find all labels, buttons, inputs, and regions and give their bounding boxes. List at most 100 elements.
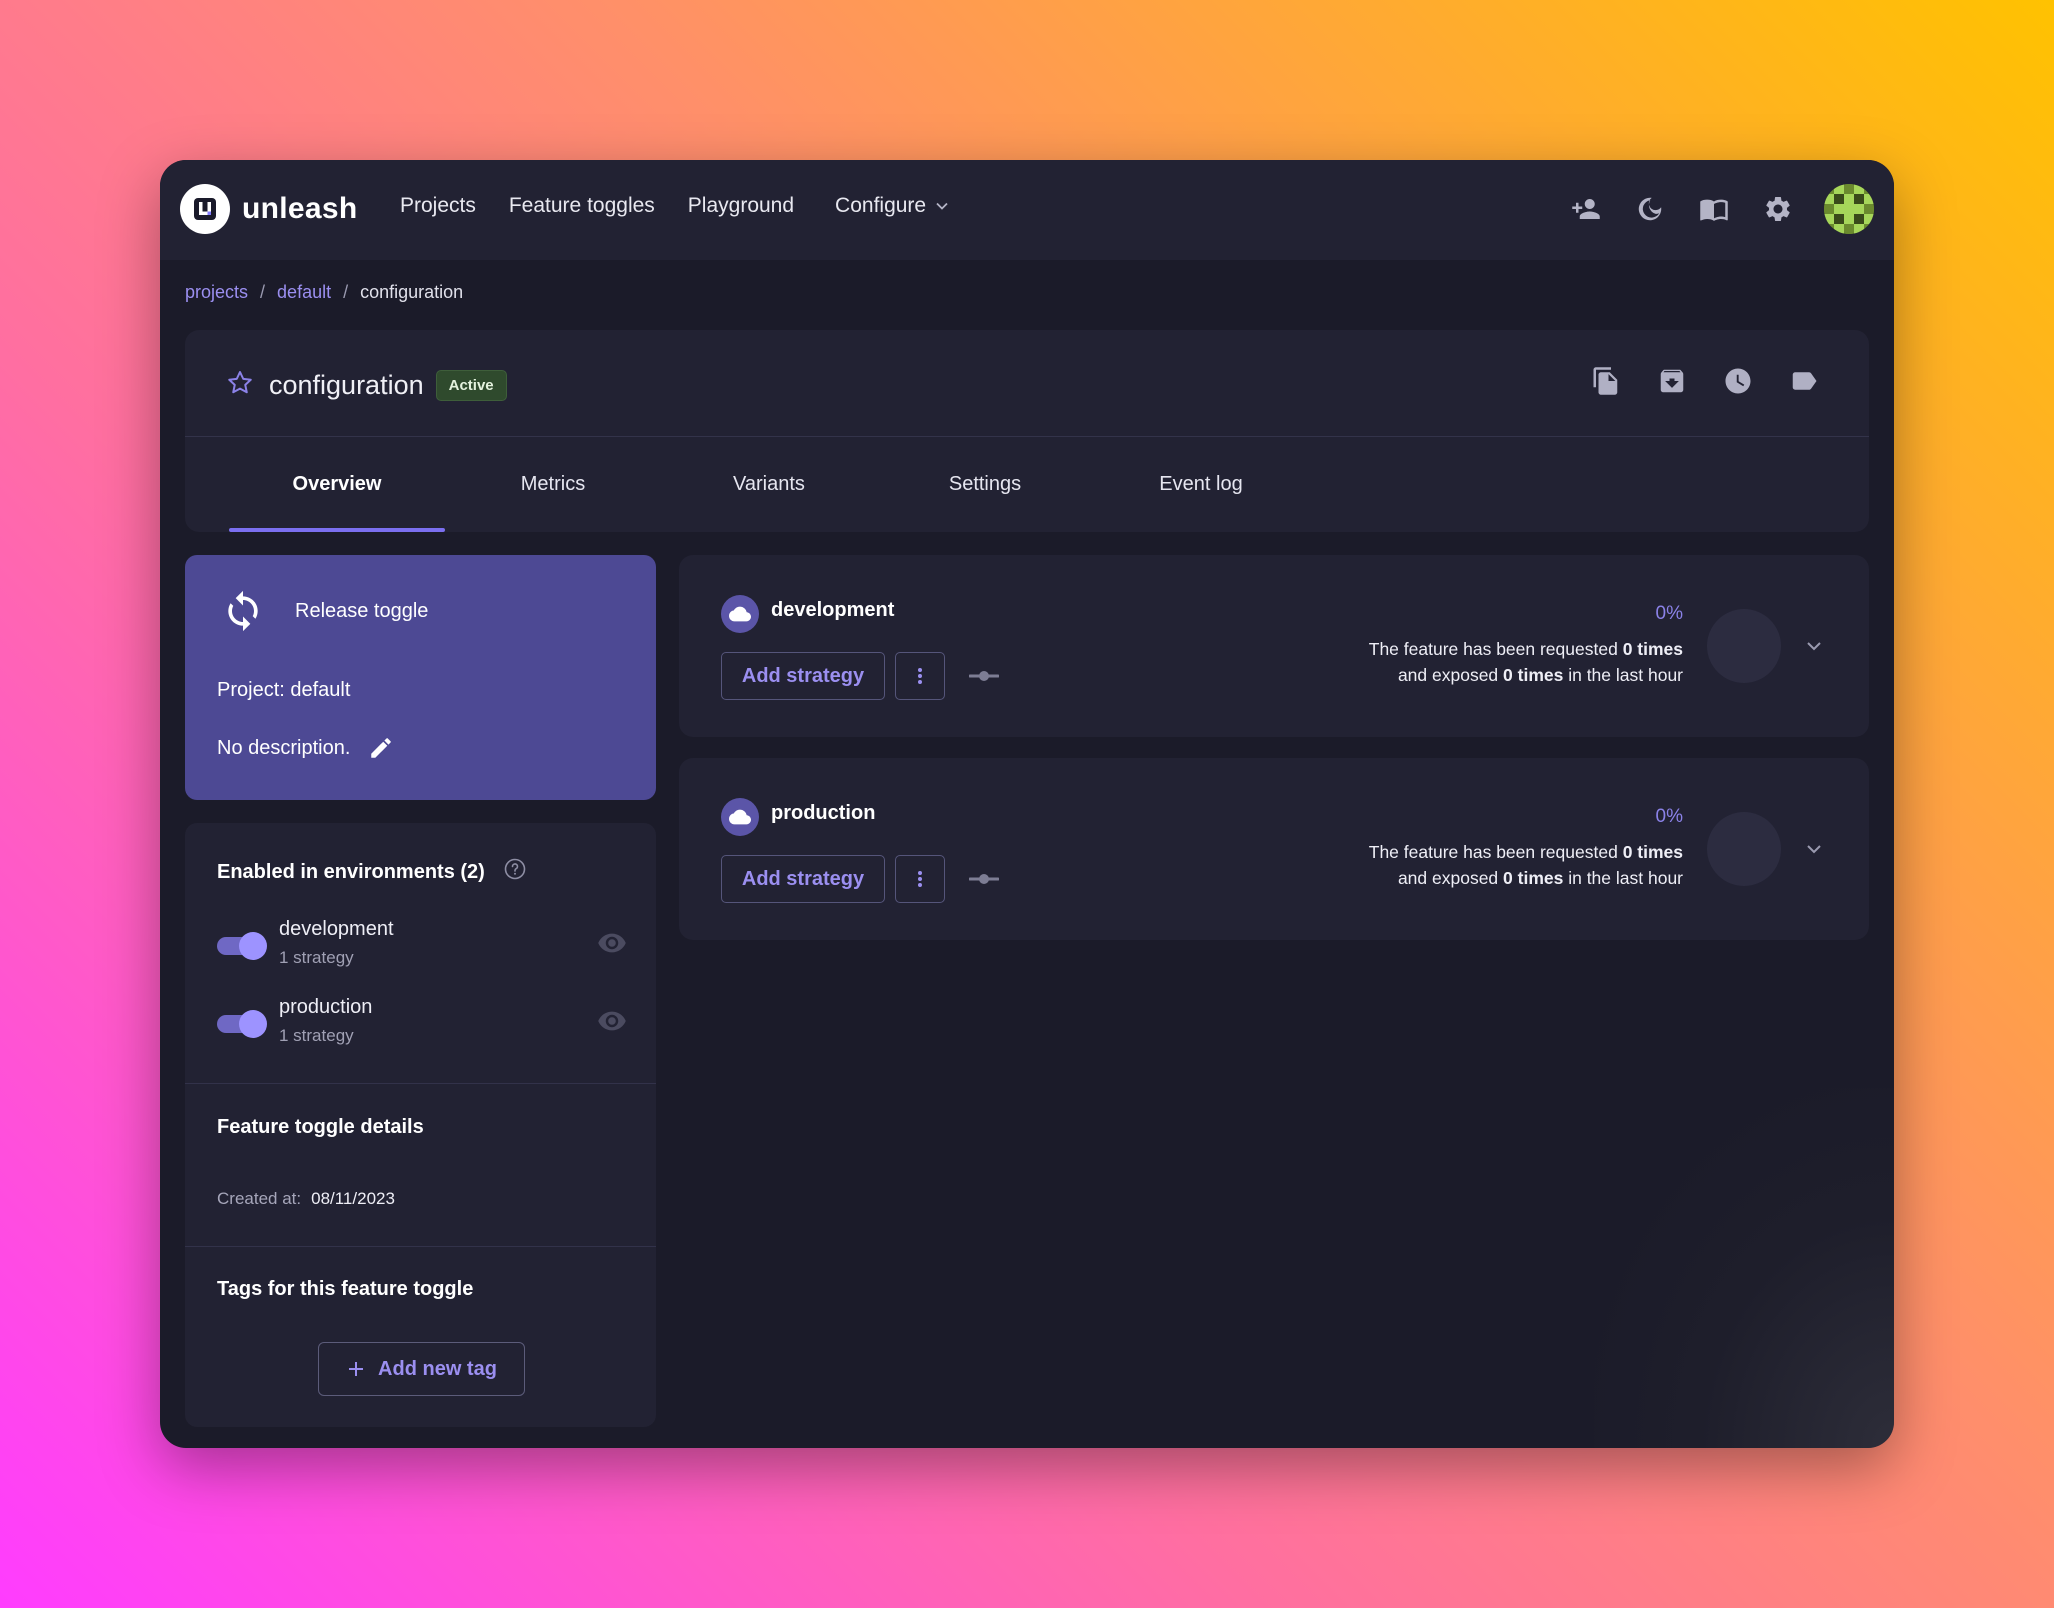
exposed-suffix: in the last hour <box>1563 868 1683 888</box>
created-at-row: Created at: 08/11/2023 <box>217 1189 395 1209</box>
environment-card-title: production <box>771 802 876 824</box>
tags-heading: Tags for this feature toggle <box>217 1278 474 1300</box>
exposed-suffix: in the last hour <box>1563 665 1683 685</box>
feature-actions <box>1591 366 1819 396</box>
requested-count: 0 times <box>1622 842 1683 862</box>
tab-variants[interactable]: Variants <box>661 436 877 532</box>
exposed-line: and exposed 0 times in the last hour <box>1369 865 1683 891</box>
tab-settings[interactable]: Settings <box>877 436 1093 532</box>
background-decoration <box>1594 1088 1894 1448</box>
drag-handle-icon[interactable] <box>968 868 1000 890</box>
requested-line: The feature has been requested 0 times <box>1369 636 1683 662</box>
requested-prefix: The feature has been requested <box>1368 639 1623 659</box>
cloud-icon <box>721 798 759 836</box>
dark-mode-icon[interactable] <box>1632 191 1668 227</box>
help-icon[interactable] <box>503 857 527 887</box>
environment-card-development: development Add strategy 0% The feature … <box>679 555 1869 737</box>
environments-heading-text: Enabled in environments (2) <box>217 860 485 883</box>
tab-event-log[interactable]: Event log <box>1093 436 1309 532</box>
metrics-summary: 0% The feature has been requested 0 time… <box>1369 806 1683 891</box>
project-label: Project: default <box>217 679 351 701</box>
more-options-button[interactable] <box>895 855 945 903</box>
add-strategy-button[interactable]: Add strategy <box>721 652 885 700</box>
eye-icon[interactable] <box>597 1006 627 1036</box>
eye-icon[interactable] <box>597 928 627 958</box>
nav-actions <box>1568 184 1874 234</box>
requested-line: The feature has been requested 0 times <box>1369 839 1683 865</box>
add-tag-button[interactable]: Add new tag <box>318 1342 525 1396</box>
release-toggle-icon <box>228 590 258 632</box>
top-navigation: unleash Projects Feature toggles Playgro… <box>160 160 1894 260</box>
add-strategy-button[interactable]: Add strategy <box>721 855 885 903</box>
app-window: unleash Projects Feature toggles Playgro… <box>160 160 1894 1448</box>
exposed-count: 0 times <box>1503 665 1564 685</box>
feature-title-row: configuration Active <box>225 368 507 403</box>
exposure-pie <box>1707 812 1781 886</box>
environment-row-development: development 1 strategy <box>217 918 627 978</box>
environment-toggle-switch[interactable] <box>217 932 269 960</box>
page-title: configuration <box>269 370 424 400</box>
tab-metrics[interactable]: Metrics <box>445 436 661 532</box>
nav-links: Projects Feature toggles Playground Conf… <box>400 194 983 218</box>
drag-handle-icon[interactable] <box>968 665 1000 687</box>
breadcrumb: projects / default / configuration <box>185 282 463 303</box>
feature-type-label: Release toggle <box>295 599 429 622</box>
more-options-button[interactable] <box>895 652 945 700</box>
nav-projects[interactable]: Projects <box>400 194 476 218</box>
created-at-label: Created at: <box>217 1189 302 1208</box>
unleash-logo[interactable]: unleash <box>180 184 357 234</box>
chevron-down-icon <box>936 202 948 210</box>
archive-icon[interactable] <box>1657 366 1687 396</box>
user-avatar[interactable] <box>1824 184 1874 234</box>
created-at-value: 08/11/2023 <box>311 1189 395 1208</box>
exposure-percent: 0% <box>1655 603 1683 624</box>
exposure-percent: 0% <box>1655 806 1683 827</box>
exposed-count: 0 times <box>1503 868 1564 888</box>
edit-pencil-icon[interactable] <box>368 735 394 761</box>
exposed-prefix: and exposed <box>1397 868 1504 888</box>
switch-thumb <box>239 932 267 960</box>
docs-icon[interactable] <box>1696 191 1732 227</box>
section-divider <box>185 1083 656 1084</box>
breadcrumb-separator: / <box>260 282 266 302</box>
strategy-count: 1 strategy <box>279 1026 354 1045</box>
cloud-icon <box>721 595 759 633</box>
breadcrumb-default[interactable]: default <box>277 282 331 303</box>
requested-prefix: The feature has been requested <box>1368 842 1623 862</box>
environment-name: development <box>279 918 394 940</box>
history-icon[interactable] <box>1723 366 1753 396</box>
invite-user-icon[interactable] <box>1568 191 1604 227</box>
logo-mark-icon <box>180 184 230 234</box>
feature-tabs: Overview Metrics Variants Settings Event… <box>229 436 1309 532</box>
strategy-count: 1 strategy <box>279 948 354 967</box>
add-tag-label: Add new tag <box>378 1357 497 1380</box>
nav-configure[interactable]: Configure <box>835 194 950 218</box>
feature-type-row: Release toggle <box>221 589 428 633</box>
settings-icon[interactable] <box>1760 191 1796 227</box>
nav-feature-toggles[interactable]: Feature toggles <box>509 194 655 218</box>
breadcrumb-separator: / <box>343 282 349 302</box>
exposure-pie <box>1707 609 1781 683</box>
chevron-down-icon[interactable] <box>1803 635 1825 657</box>
tag-icon[interactable] <box>1789 366 1819 396</box>
favorite-star-icon[interactable] <box>225 368 255 403</box>
environment-card-title: development <box>771 599 895 621</box>
section-divider <box>185 1246 656 1247</box>
nav-configure-label: Configure <box>835 194 927 217</box>
switch-thumb <box>239 1010 267 1038</box>
breadcrumb-projects[interactable]: projects <box>185 282 248 303</box>
details-heading: Feature toggle details <box>217 1116 424 1138</box>
brand-name: unleash <box>242 192 358 225</box>
environment-toggle-switch[interactable] <box>217 1010 269 1038</box>
description-row: No description. <box>217 735 394 761</box>
environments-heading: Enabled in environments (2) <box>217 857 527 887</box>
environment-name: production <box>279 996 373 1018</box>
feature-info-card: Enabled in environments (2) development … <box>185 823 656 1427</box>
metrics-summary: 0% The feature has been requested 0 time… <box>1369 603 1683 688</box>
copy-icon[interactable] <box>1591 366 1621 396</box>
chevron-down-icon[interactable] <box>1803 838 1825 860</box>
tab-overview[interactable]: Overview <box>229 436 445 532</box>
nav-playground[interactable]: Playground <box>688 194 794 218</box>
plus-icon <box>349 1362 364 1376</box>
breadcrumb-current: configuration <box>360 282 464 302</box>
